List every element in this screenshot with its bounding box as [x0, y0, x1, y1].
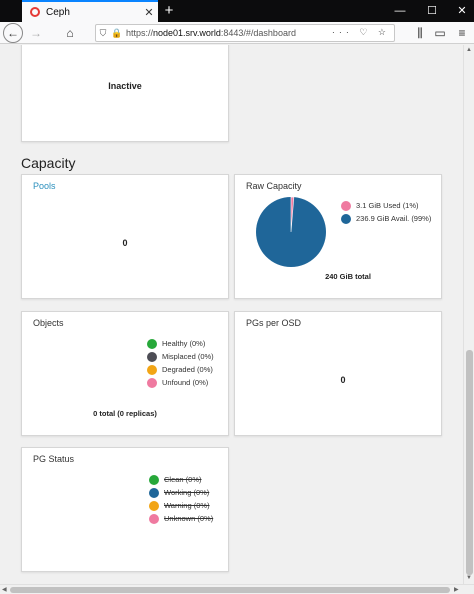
forward-arrow-icon[interactable]: → — [26, 23, 46, 43]
legend-dot — [149, 513, 159, 524]
legend-label: Working (0%) — [164, 488, 210, 497]
vertical-scrollbar-thumb[interactable] — [466, 350, 473, 575]
legend-item: Healthy (0%) — [147, 337, 214, 350]
pools-link[interactable]: Pools — [33, 181, 56, 191]
legend-item: Working (0%) — [149, 486, 213, 499]
legend-item: Unfound (0%) — [147, 376, 214, 389]
ceph-favicon-icon — [30, 7, 40, 17]
legend-label: Unknown (0%) — [164, 514, 214, 523]
pg-status-title: PG Status — [33, 454, 75, 464]
raw-capacity-card: Raw Capacity 3.1 GiB Used (1%) 236.9 GiB… — [234, 174, 442, 299]
dashboard-content: Inactive Capacity Pools 0 Raw Capacity 3… — [0, 45, 463, 584]
legend-item: Degraded (0%) — [147, 363, 214, 376]
scroll-left-icon[interactable]: ◀ — [2, 586, 7, 593]
pools-card: Pools 0 — [21, 174, 229, 299]
raw-capacity-pie-chart — [256, 196, 326, 267]
scroll-right-icon[interactable]: ▶ — [454, 586, 459, 593]
close-window-button[interactable]: ✕ — [446, 0, 474, 22]
legend-dot — [147, 364, 157, 375]
legend-label: Degraded (0%) — [162, 365, 213, 374]
pgs-per-osd-card: PGs per OSD 0 — [234, 311, 442, 436]
capacity-section-title: Capacity — [21, 155, 76, 171]
back-arrow-icon[interactable]: ← — [3, 23, 23, 43]
legend-item: Warning (0%) — [149, 499, 213, 512]
legend-label: Healthy (0%) — [162, 339, 206, 348]
legend-label: Clean (0%) — [164, 475, 202, 484]
pgs-per-osd-title: PGs per OSD — [246, 318, 302, 328]
url-text[interactable]: https://node01.srv.world:8443/#/dashboar… — [126, 28, 296, 38]
tab-ceph[interactable]: Ceph ✕ — [22, 0, 158, 22]
legend-item: Clean (0%) — [149, 473, 213, 486]
maximize-button[interactable]: ☐ — [416, 0, 448, 22]
legend-label: Unfound (0%) — [162, 378, 209, 387]
raw-capacity-title: Raw Capacity — [246, 181, 302, 191]
scroll-down-icon[interactable]: ▼ — [466, 575, 472, 581]
raw-capacity-legend: 3.1 GiB Used (1%) 236.9 GiB Avail. (99%) — [341, 199, 431, 225]
status-value: Inactive — [108, 81, 142, 91]
tab-bar: Ceph ✕ + — ☐ ✕ — [0, 0, 474, 22]
objects-title: Objects — [33, 318, 64, 328]
status-card: Inactive — [21, 45, 229, 142]
legend-label-available: 236.9 GiB Avail. (99%) — [356, 214, 432, 223]
pg-status-card: PG Status Clean (0%) Working (0%) Warning … — [21, 447, 229, 572]
objects-total: 0 total (0 replicas) — [93, 409, 157, 418]
legend-dot-used — [341, 200, 351, 211]
menu-icon[interactable]: ≡ — [452, 23, 472, 43]
legend-label: Misplaced (0%) — [162, 352, 214, 361]
tab-title: Ceph — [46, 6, 70, 18]
home-icon[interactable]: ⌂ — [60, 23, 80, 43]
legend-label: Warning (0%) — [164, 501, 210, 510]
library-icon[interactable]: ⫼ — [410, 23, 430, 43]
tab-close-icon[interactable]: ✕ — [140, 6, 158, 19]
legend-dot-available — [341, 213, 351, 224]
legend-dot — [149, 474, 159, 485]
navigation-toolbar: ← → ⌂ ⛉ 🔒 https://node01.srv.world:8443/… — [0, 22, 474, 44]
legend-dot — [147, 338, 157, 349]
legend-label-used: 3.1 GiB Used (1%) — [356, 201, 419, 210]
horizontal-scrollbar[interactable]: ◀ ▶ — [0, 584, 474, 594]
legend-dot — [149, 487, 159, 498]
legend-item-available: 236.9 GiB Avail. (99%) — [341, 212, 431, 225]
pgs-per-osd-value: 0 — [340, 375, 346, 385]
legend-dot — [149, 500, 159, 511]
objects-card: Objects Healthy (0%) Misplaced (0%) Degrad… — [21, 311, 229, 436]
legend-dot — [147, 377, 157, 388]
raw-capacity-total: 240 GiB total — [325, 272, 371, 281]
reader-icon[interactable]: ▭ — [430, 23, 450, 43]
legend-item: Misplaced (0%) — [147, 350, 214, 363]
shield-icon[interactable]: ⛉ — [96, 28, 110, 39]
vertical-scrollbar[interactable]: ▲ ▼ — [463, 45, 474, 584]
horizontal-scrollbar-thumb[interactable] — [10, 587, 450, 593]
url-bar[interactable]: ⛉ 🔒 https://node01.srv.world:8443/#/dash… — [95, 24, 395, 42]
page-actions-icons[interactable]: ··· ♡ ☆ — [332, 27, 390, 38]
new-tab-button[interactable]: + — [160, 1, 178, 21]
minimize-button[interactable]: — — [384, 0, 416, 22]
legend-dot — [147, 351, 157, 362]
legend-item-used: 3.1 GiB Used (1%) — [341, 199, 431, 212]
legend-item: Unknown (0%) — [149, 512, 213, 525]
pools-value: 0 — [122, 238, 128, 248]
pg-status-legend: Clean (0%) Working (0%) Warning (0%) Unknow… — [149, 473, 213, 525]
objects-legend: Healthy (0%) Misplaced (0%) Degraded (0%) U… — [147, 337, 214, 389]
lock-icon[interactable]: 🔒 — [110, 28, 124, 39]
scroll-up-icon[interactable]: ▲ — [466, 47, 472, 53]
